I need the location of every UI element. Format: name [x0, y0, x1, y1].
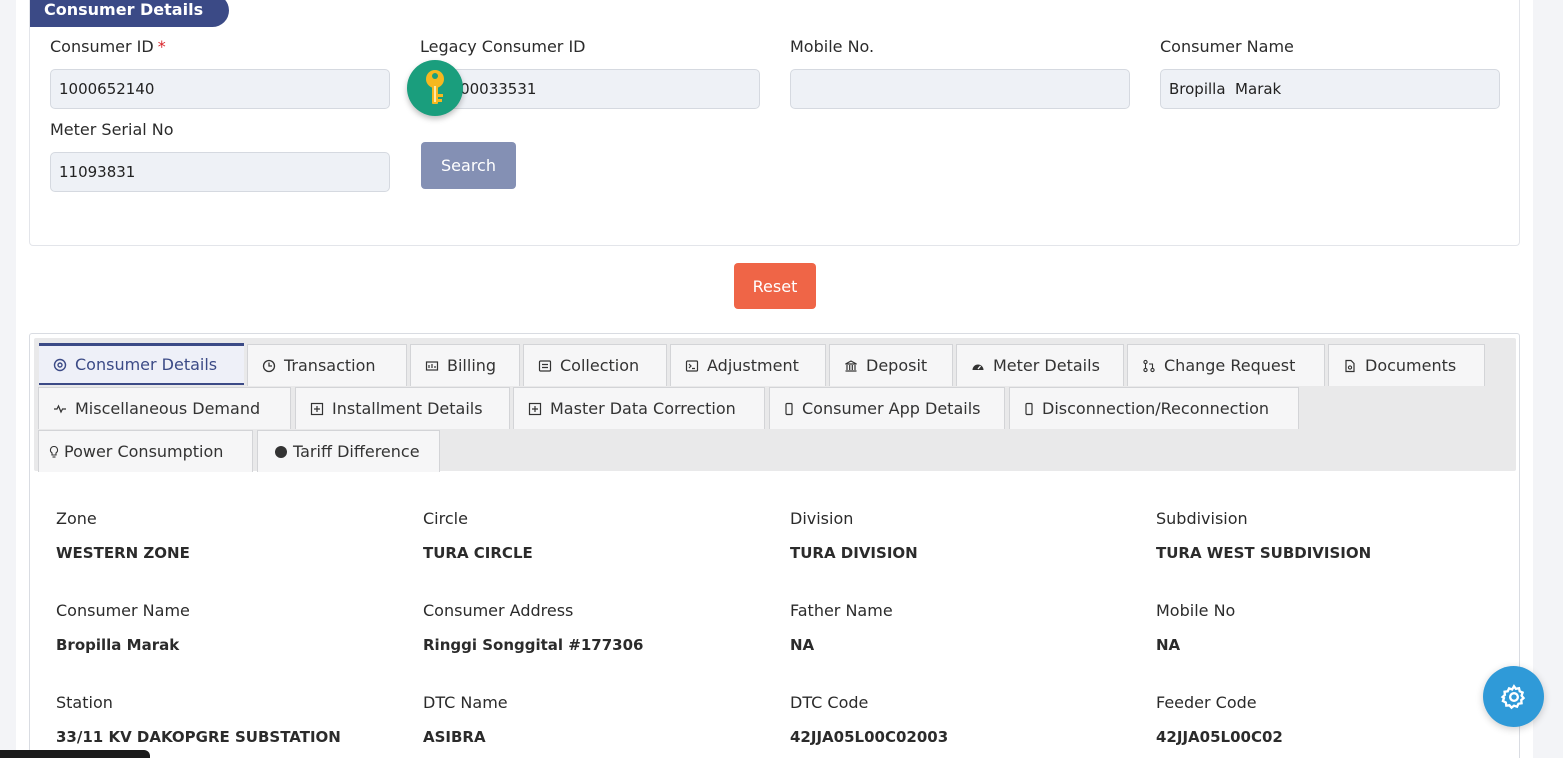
tab-label: Meter Details — [993, 356, 1100, 375]
phone-icon — [1025, 402, 1033, 415]
division-label: Division — [790, 509, 854, 528]
tab-label: Transaction — [284, 356, 376, 375]
tab-label: Consumer App Details — [802, 399, 981, 418]
father-name-label: Father Name — [790, 601, 893, 620]
tab-consumer-app-details[interactable]: Consumer App Details — [769, 387, 1005, 429]
reset-button[interactable]: Reset — [734, 263, 816, 309]
feeder-code-label: Feeder Code — [1156, 693, 1257, 712]
tab-label: Billing — [447, 356, 497, 375]
zone-label: Zone — [56, 509, 97, 528]
clock-icon — [262, 359, 276, 372]
consumer-search-card: Consumer Details Consumer ID* Legacy Con… — [29, 0, 1520, 246]
consumer-id-input[interactable] — [50, 69, 390, 109]
speedometer-icon — [972, 364, 984, 370]
tab-label: Installment Details — [332, 399, 483, 418]
tab-label: Consumer Details — [75, 355, 218, 374]
tab-adjustment[interactable]: Adjustment — [670, 344, 826, 386]
mobile-no-input[interactable] — [790, 69, 1130, 109]
target-icon — [53, 358, 67, 371]
subdivision-label: Subdivision — [1156, 509, 1248, 528]
dtc-code-value: 42JJA05L00C02003 — [790, 728, 949, 746]
bank-icon — [845, 359, 857, 372]
required-mark: * — [157, 37, 166, 56]
consumer-name-label: Consumer Name — [1160, 37, 1294, 56]
tab-label: Adjustment — [707, 356, 799, 375]
tab-installment-details[interactable]: Installment Details — [295, 387, 510, 429]
consumer-name-label: Consumer Name — [56, 601, 190, 620]
tab-label: Documents — [1365, 356, 1457, 375]
tab-label: Disconnection/Reconnection — [1042, 399, 1270, 418]
bulb-icon — [49, 445, 59, 458]
tab-bar: Consumer Details Transaction Billing Col… — [34, 338, 1516, 472]
division-value: TURA DIVISION — [790, 544, 918, 562]
terminal-icon — [685, 359, 699, 372]
billing-icon — [425, 360, 439, 371]
dtc-name-label: DTC Name — [423, 693, 508, 712]
phone-icon — [785, 402, 793, 415]
mobile-no-value: NA — [1156, 636, 1181, 654]
station-value: 33/11 KV DAKOPGRE SUBSTATION — [56, 728, 341, 746]
dtc-code-label: DTC Code — [790, 693, 869, 712]
tab-label: Change Request — [1164, 356, 1296, 375]
dot-icon — [275, 445, 287, 458]
meter-serial-label: Meter Serial No — [50, 120, 174, 139]
bottom-overlay-bar — [0, 750, 150, 758]
tab-power-consumption[interactable]: Power Consumption — [38, 430, 253, 472]
tab-change-request[interactable]: Change Request — [1127, 344, 1325, 386]
consumer-details-panel: Consumer Details Transaction Billing Col… — [29, 333, 1520, 758]
tab-collection[interactable]: Collection — [523, 344, 667, 386]
tab-billing[interactable]: Billing — [410, 344, 520, 386]
collection-icon — [538, 359, 552, 372]
meter-serial-input[interactable] — [50, 152, 390, 192]
consumer-id-label-text: Consumer ID — [50, 37, 154, 56]
tab-disconnection-reconnection[interactable]: Disconnection/Reconnection — [1009, 387, 1299, 429]
consumer-address-label: Consumer Address — [423, 601, 574, 620]
tab-label: Collection — [560, 356, 640, 375]
circle-label: Circle — [423, 509, 468, 528]
gear-icon — [1500, 683, 1525, 709]
consumer-name-input[interactable] — [1160, 69, 1500, 109]
tab-master-data-correction[interactable]: Master Data Correction — [513, 387, 765, 429]
station-label: Station — [56, 693, 113, 712]
mobile-no-label: Mobile No. — [790, 37, 875, 56]
feeder-code-value: 42JJA05L00C02 — [1156, 728, 1283, 746]
tab-transaction[interactable]: Transaction — [247, 344, 407, 386]
tab-documents[interactable]: Documents — [1328, 344, 1485, 386]
tab-consumer-details[interactable]: Consumer Details — [39, 343, 244, 385]
git-pull-icon — [1143, 359, 1155, 372]
key-icon-graphic — [426, 70, 444, 104]
zone-value: WESTERN ZONE — [56, 544, 190, 562]
consumer-name-value: Bropilla Marak — [56, 636, 180, 654]
tab-label: Master Data Correction — [550, 399, 736, 418]
legacy-consumer-id-input[interactable] — [420, 69, 760, 109]
pulse-icon — [54, 404, 66, 413]
consumer-id-label: Consumer ID * — [50, 37, 166, 56]
document-icon — [1345, 359, 1355, 372]
father-name-value: NA — [790, 636, 815, 654]
search-button[interactable]: Search — [421, 142, 516, 189]
settings-button[interactable] — [1483, 666, 1544, 727]
page-content: Consumer Details Consumer ID* Legacy Con… — [16, 0, 1533, 758]
card-title-badge: Consumer Details — [30, 0, 230, 27]
tab-meter-details[interactable]: Meter Details — [956, 344, 1124, 386]
tab-label: Tariff Difference — [293, 442, 420, 461]
circle-value: TURA CIRCLE — [423, 544, 533, 562]
consumer-address-value: Ringgi Songgital #177306 — [423, 636, 644, 654]
legacy-consumer-id-label: Legacy Consumer ID — [420, 37, 586, 56]
tab-deposit[interactable]: Deposit — [829, 344, 953, 386]
tab-label: Deposit — [866, 356, 928, 375]
key-icon[interactable] — [407, 60, 463, 116]
mobile-no-label: Mobile No — [1156, 601, 1236, 620]
dtc-name-value: ASIBRA — [423, 728, 486, 746]
subdivision-value: TURA WEST SUBDIVISION — [1156, 544, 1372, 562]
plus-square-icon — [310, 402, 324, 415]
tab-miscellaneous-demand[interactable]: Miscellaneous Demand — [38, 387, 291, 429]
tab-tariff-difference[interactable]: Tariff Difference — [257, 430, 440, 472]
tab-label: Power Consumption — [64, 442, 224, 461]
tab-label: Miscellaneous Demand — [75, 399, 261, 418]
plus-square-icon — [528, 402, 542, 415]
